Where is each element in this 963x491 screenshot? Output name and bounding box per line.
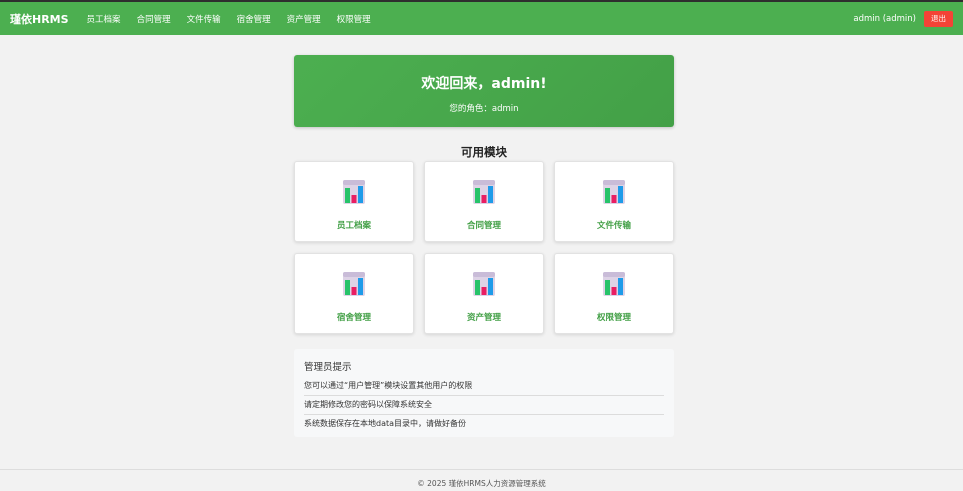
module-card-dormitory[interactable]: 宿舍管理 [294,253,414,334]
welcome-banner: 欢迎回来，admin! 您的角色：admin [294,55,674,127]
module-card-contracts[interactable]: 合同管理 [424,161,544,242]
module-card-file-transfer[interactable]: 文件传输 [554,161,674,242]
welcome-title: 欢迎回来，admin! [421,76,547,92]
module-label: 权限管理 [596,313,631,323]
current-user-label: admin (admin) [853,13,916,24]
logout-button[interactable]: 退出 [924,10,953,27]
module-label: 合同管理 [466,221,501,231]
bar-chart-icon [603,272,625,296]
footer-copyright: © 2025 瑾依HRMS人力资源管理系统 [417,479,546,488]
admin-tips-panel: 管理员提示 您可以通过“用户管理”模块设置其他用户的权限 请定期修改您的密码以保… [294,349,674,437]
module-card-permissions[interactable]: 权限管理 [554,253,674,334]
bar-chart-icon [343,180,365,204]
tips-title: 管理员提示 [304,362,352,373]
nav-item-employee-records[interactable]: 员工档案 [87,13,121,25]
nav-item-file-transfer[interactable]: 文件传输 [187,13,221,25]
module-label: 宿舍管理 [336,313,371,323]
top-navbar: 瑾依HRMS 员工档案 合同管理 文件传输 宿舍管理 资产管理 权限管理 adm… [0,0,963,35]
tip-item: 系统数据保存在本地data目录中，请做好备份 [304,419,467,428]
module-label: 员工档案 [336,221,371,231]
nav-item-contracts[interactable]: 合同管理 [137,13,171,25]
module-card-assets[interactable]: 资产管理 [424,253,544,334]
modules-section-title: 可用模块 [461,145,507,159]
module-grid: 员工档案 合同管理 文件传输 宿舍管理 资产管理 权限管理 [294,161,674,334]
nav-item-permissions[interactable]: 权限管理 [337,13,371,25]
module-label: 文件传输 [596,221,631,231]
bar-chart-icon [603,180,625,204]
bar-chart-icon [473,180,495,204]
nav-item-dormitory[interactable]: 宿舍管理 [237,13,271,25]
bar-chart-icon [473,272,495,296]
tip-item: 您可以通过“用户管理”模块设置其他用户的权限 [304,377,664,396]
footer: © 2025 瑾依HRMS人力资源管理系统 [0,469,963,491]
user-role-text: 您的角色：admin [449,104,519,114]
tip-item: 请定期修改您的密码以保障系统安全 [304,396,664,415]
nav-item-assets[interactable]: 资产管理 [287,13,321,25]
module-card-employee-records[interactable]: 员工档案 [294,161,414,242]
module-label: 资产管理 [466,313,501,323]
brand-logo[interactable]: 瑾依HRMS [10,11,69,27]
bar-chart-icon [343,272,365,296]
nav-user-area: admin (admin) 退出 [853,10,953,27]
